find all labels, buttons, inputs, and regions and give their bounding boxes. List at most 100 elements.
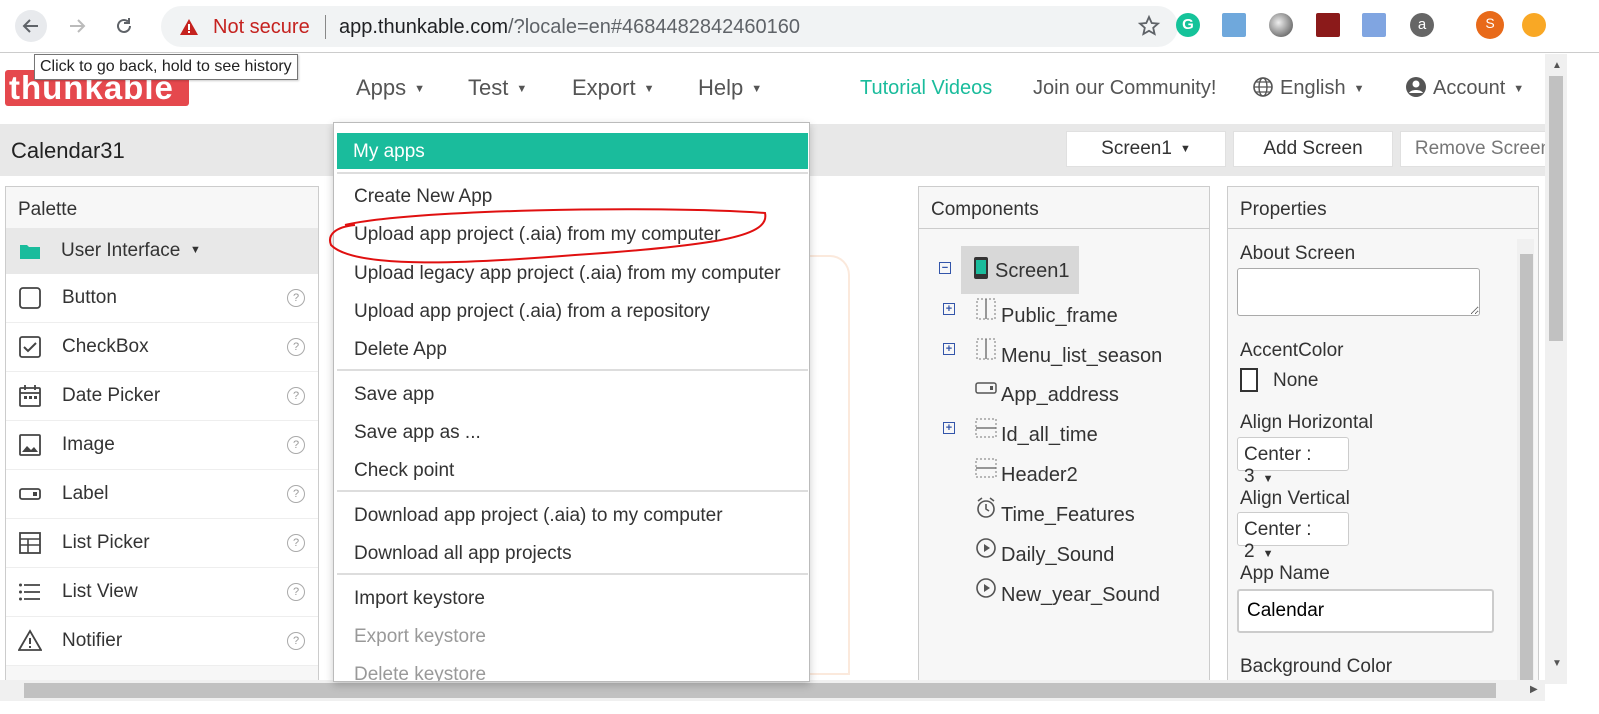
red-circle-annotation — [329, 208, 767, 264]
menu-divider — [337, 172, 808, 174]
component-node[interactable]: Menu_list_season — [1001, 345, 1162, 368]
scroll-down-icon[interactable]: ▼ — [1552, 658, 1562, 669]
menu-item-my-apps[interactable]: My apps — [337, 133, 808, 169]
menu-item[interactable]: Export keystore — [354, 626, 486, 648]
page-vertical-scrollbar[interactable]: ▲ ▼ — [1545, 54, 1567, 684]
palette-item-date-picker[interactable]: Date Picker? — [6, 372, 318, 421]
checkbox-icon — [19, 336, 41, 358]
help-icon[interactable]: ? — [287, 632, 305, 650]
palette-item-list-picker[interactable]: List Picker? — [6, 519, 318, 568]
scroll-right-icon[interactable]: ▶ — [1530, 684, 1538, 695]
language-label: English — [1280, 77, 1346, 99]
caret-icon: ▼ — [1262, 473, 1274, 485]
screen-extension-icon[interactable] — [1362, 13, 1386, 37]
apps-menu-label: Apps — [356, 75, 407, 100]
accent-color-swatch[interactable] — [1240, 368, 1258, 392]
audio-extension-icon[interactable] — [1316, 13, 1340, 37]
clock-icon — [977, 497, 995, 518]
app-name-input[interactable] — [1237, 589, 1494, 633]
sphere-extension-icon[interactable] — [1269, 13, 1293, 37]
test-menu[interactable]: Test ▼ — [468, 75, 527, 101]
account-menu[interactable]: Account ▼ — [1405, 76, 1524, 100]
profile-avatar[interactable]: S — [1476, 11, 1504, 39]
menu-item[interactable]: Save app as ... — [354, 422, 481, 444]
tutorial-videos-link[interactable]: Tutorial Videos — [860, 77, 992, 100]
address-bar[interactable]: Not secure app.thunkable.com/?locale=en#… — [161, 6, 1178, 47]
screen1-node[interactable]: Screen1 — [961, 246, 1079, 294]
menu-item[interactable]: Delete App — [354, 339, 447, 361]
help-menu[interactable]: Help ▼ — [698, 75, 762, 101]
forward-button[interactable] — [61, 10, 93, 42]
caret-icon: ▼ — [190, 244, 201, 256]
back-button[interactable] — [15, 10, 47, 42]
palette-item-checkbox[interactable]: CheckBox? — [6, 323, 318, 372]
collapse-icon[interactable]: − — [939, 262, 951, 274]
menu-item[interactable]: Delete keystore — [354, 664, 486, 681]
about-screen-textarea[interactable] — [1237, 268, 1480, 316]
properties-scrollbar[interactable] — [1517, 239, 1534, 694]
menu-item[interactable]: Import keystore — [354, 588, 485, 610]
help-icon[interactable]: ? — [287, 387, 305, 405]
page-scroll-thumb[interactable] — [1549, 76, 1563, 341]
component-node[interactable]: Daily_Sound — [1001, 544, 1114, 567]
reload-button[interactable] — [108, 10, 140, 42]
grammarly-icon[interactable]: G — [1176, 13, 1200, 37]
export-menu[interactable]: Export ▼ — [572, 75, 654, 101]
align-horizontal-select[interactable]: Center : 3 ▼ — [1237, 437, 1349, 487]
help-icon[interactable]: ? — [287, 338, 305, 356]
expand-icon[interactable]: + — [943, 303, 955, 315]
help-icon[interactable]: ? — [287, 534, 305, 552]
language-menu[interactable]: English ▼ — [1252, 76, 1365, 100]
palette-item-label[interactable]: Label? — [6, 470, 318, 519]
community-link[interactable]: Join our Community! — [1033, 77, 1216, 100]
palette-item-button[interactable]: Button? — [6, 274, 318, 323]
help-icon[interactable]: ? — [287, 289, 305, 307]
page-horizontal-scrollbar[interactable]: ▶ — [0, 680, 1545, 701]
component-node[interactable]: New_year_Sound — [1001, 584, 1160, 607]
palette-category[interactable]: User Interface ▼ — [6, 228, 318, 274]
apps-menu[interactable]: Apps ▼ — [356, 75, 425, 101]
menu-item[interactable]: Download app project (.aia) to my comput… — [354, 505, 723, 527]
palette-item-notifier[interactable]: Notifier? — [6, 617, 318, 666]
component-node[interactable]: App_address — [1001, 384, 1119, 407]
security-label[interactable]: Not secure — [213, 16, 310, 39]
menu-item[interactable]: Check point — [354, 460, 454, 482]
expand-icon[interactable]: + — [943, 343, 955, 355]
properties-scroll-thumb[interactable] — [1520, 254, 1533, 694]
screen-select[interactable]: Screen1 ▼ — [1066, 131, 1226, 167]
a-extension-icon[interactable]: a — [1410, 13, 1434, 37]
add-screen-button[interactable]: Add Screen — [1233, 131, 1393, 167]
component-node[interactable]: Public_frame — [1001, 305, 1118, 328]
component-node[interactable]: Time_Features — [1001, 504, 1135, 527]
bookmark-star-icon[interactable] — [1137, 14, 1161, 38]
help-icon[interactable]: ? — [287, 485, 305, 503]
component-node[interactable]: Id_all_time — [1001, 424, 1098, 447]
palette-item-list-view[interactable]: List View? — [6, 568, 318, 617]
list-picker-icon — [19, 532, 41, 554]
menu-item[interactable]: Download all app projects — [354, 543, 572, 565]
remove-screen-button[interactable]: Remove Screen — [1400, 131, 1566, 167]
expand-icon[interactable]: + — [943, 422, 955, 434]
align-vertical-select[interactable]: Center : 2 ▼ — [1237, 512, 1349, 562]
scroll-up-icon[interactable]: ▲ — [1552, 60, 1562, 71]
divider — [1228, 228, 1538, 229]
menu-item[interactable]: Save app — [354, 384, 434, 406]
help-icon[interactable]: ? — [287, 436, 305, 454]
url-host: app.thunkable.com — [339, 16, 509, 38]
speaker-extension-icon[interactable] — [1222, 13, 1246, 37]
url-text[interactable]: app.thunkable.com/?locale=en#46844828424… — [339, 16, 800, 39]
menu-item[interactable]: Upload app project (.aia) from a reposit… — [354, 301, 710, 323]
palette-item-image[interactable]: Image? — [6, 421, 318, 470]
browser-toolbar: Not secure app.thunkable.com/?locale=en#… — [0, 0, 1599, 53]
button-icon — [19, 287, 41, 309]
menu-divider — [337, 490, 808, 492]
component-node[interactable]: Header2 — [1001, 464, 1078, 487]
help-icon[interactable]: ? — [287, 583, 305, 601]
accent-color-value[interactable]: None — [1273, 370, 1318, 392]
globe-icon — [1253, 77, 1273, 97]
image-icon — [19, 434, 41, 456]
page-hscroll-thumb[interactable] — [24, 683, 1496, 698]
folder-icon — [20, 245, 40, 259]
warning-icon — [180, 19, 198, 35]
update-icon[interactable] — [1522, 13, 1546, 37]
